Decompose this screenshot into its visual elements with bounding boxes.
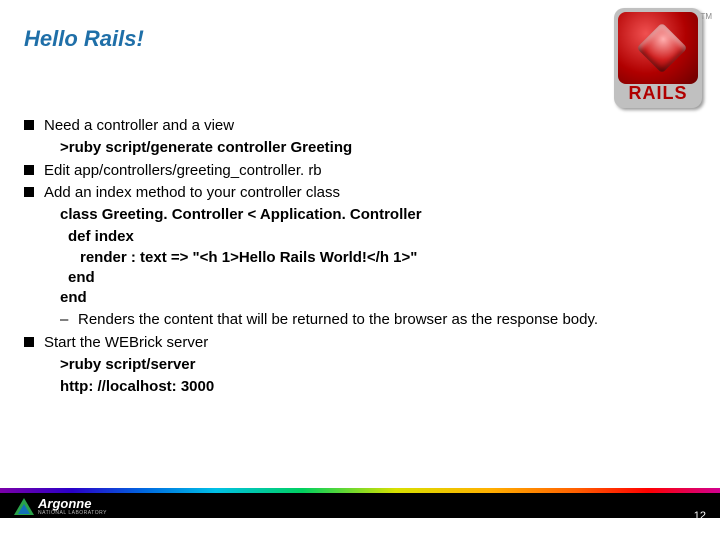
- code-line-2: def index: [24, 227, 684, 247]
- bullet-1: Need a controller and a view: [24, 116, 684, 136]
- code-line-4: end: [24, 268, 684, 288]
- bullet-3-dash: Renders the content that will be returne…: [24, 310, 684, 330]
- bullet-1-command: >ruby script/generate controller Greetin…: [24, 138, 684, 158]
- code-line-5: end: [24, 288, 684, 308]
- argonne-name: Argonne: [38, 496, 107, 511]
- slide-title: Hello Rails!: [24, 26, 144, 52]
- code-line-3: render : text => "<h 1>Hello Rails World…: [24, 248, 684, 268]
- rails-logo-label: RAILS: [614, 83, 702, 104]
- bullet-4-command: >ruby script/server: [24, 355, 684, 375]
- slide: Hello Rails! RAILS TM Need a controller …: [0, 0, 720, 540]
- bullet-4-url: http: //localhost: 3000: [24, 377, 684, 397]
- bullet-4: Start the WEBrick server: [24, 333, 684, 353]
- trademark: TM: [700, 12, 712, 21]
- argonne-sub: NATIONAL LABORATORY: [38, 511, 107, 516]
- rails-logo: RAILS TM: [614, 8, 702, 108]
- argonne-triangle-icon: [14, 498, 34, 515]
- content-area: Need a controller and a view >ruby scrip…: [24, 116, 684, 399]
- footer-bar: Argonne NATIONAL LABORATORY: [0, 493, 720, 518]
- bullet-2: Edit app/controllers/greeting_controller…: [24, 161, 684, 181]
- footer: Argonne NATIONAL LABORATORY 12: [0, 488, 720, 518]
- code-line-1: class Greeting. Controller < Application…: [24, 205, 684, 225]
- page-number: 12: [694, 510, 706, 522]
- argonne-logo: Argonne NATIONAL LABORATORY: [14, 496, 107, 516]
- bullet-3: Add an index method to your controller c…: [24, 183, 684, 203]
